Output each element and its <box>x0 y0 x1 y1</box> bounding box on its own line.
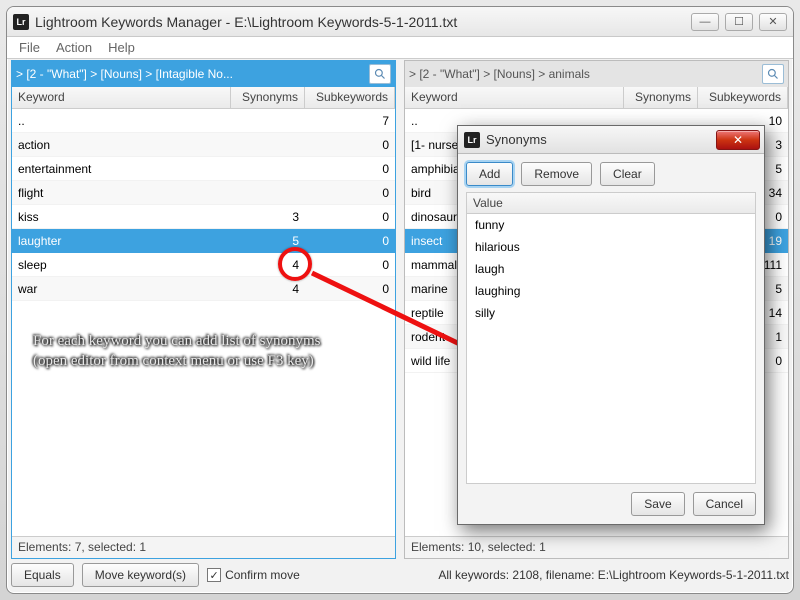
cell-subkeywords: 0 <box>305 210 395 224</box>
left-breadcrumb-bar: > [2 - "What"] > [Nouns] > [Intagible No… <box>12 61 395 87</box>
close-button[interactable]: ✕ <box>759 13 787 31</box>
cell-subkeywords: 7 <box>305 114 395 128</box>
cell-keyword: laughter <box>12 234 231 248</box>
clear-button[interactable]: Clear <box>600 162 655 186</box>
annotation-hint: For each keyword you can add list of syn… <box>33 331 333 372</box>
table-row[interactable]: laughter50 <box>12 229 395 253</box>
dialog-footer: Save Cancel <box>466 484 756 516</box>
dialog-column-header[interactable]: Value <box>466 192 756 214</box>
cell-keyword: kiss <box>12 210 231 224</box>
cell-subkeywords: 0 <box>305 138 395 152</box>
cell-keyword: war <box>12 282 231 296</box>
app-icon: Lr <box>13 14 29 30</box>
cell-synonyms: 4 <box>231 282 305 296</box>
col-keyword[interactable]: Keyword <box>405 87 624 108</box>
search-icon <box>374 68 386 80</box>
table-row[interactable]: sleep40 <box>12 253 395 277</box>
right-table-header: Keyword Synonyms Subkeywords <box>405 87 788 109</box>
window-title: Lightroom Keywords Manager - E:\Lightroo… <box>35 14 691 30</box>
col-subkeywords[interactable]: Subkeywords <box>305 87 395 108</box>
left-status: Elements: 7, selected: 1 <box>12 536 395 558</box>
menu-action[interactable]: Action <box>48 37 100 58</box>
main-window: Lr Lightroom Keywords Manager - E:\Light… <box>6 6 794 594</box>
cell-keyword: .. <box>12 114 231 128</box>
table-row[interactable]: flight 0 <box>12 181 395 205</box>
cell-synonyms: 5 <box>231 234 305 248</box>
left-table-header: Keyword Synonyms Subkeywords <box>12 87 395 109</box>
right-breadcrumb[interactable]: > [2 - "What"] > [Nouns] > animals <box>409 67 758 81</box>
list-item[interactable]: funny <box>467 214 755 236</box>
menubar: File Action Help <box>7 37 793 59</box>
left-pane: > [2 - "What"] > [Nouns] > [Intagible No… <box>11 60 396 559</box>
list-item[interactable]: silly <box>467 302 755 324</box>
cell-subkeywords: 0 <box>305 186 395 200</box>
add-button[interactable]: Add <box>466 162 513 186</box>
equals-button[interactable]: Equals <box>11 563 74 587</box>
table-row[interactable]: entertainment 0 <box>12 157 395 181</box>
cell-subkeywords: 0 <box>305 258 395 272</box>
titlebar: Lr Lightroom Keywords Manager - E:\Light… <box>7 7 793 37</box>
minimize-button[interactable]: — <box>691 13 719 31</box>
maximize-button[interactable]: ☐ <box>725 13 753 31</box>
bottom-bar: Equals Move keyword(s) ✓ Confirm move Al… <box>11 561 789 589</box>
remove-button[interactable]: Remove <box>521 162 592 186</box>
col-subkeywords[interactable]: Subkeywords <box>698 87 788 108</box>
dialog-titlebar: Lr Synonyms ✕ <box>458 126 764 154</box>
cell-subkeywords: 0 <box>305 234 395 248</box>
dialog-toolbar: Add Remove Clear <box>466 162 756 186</box>
dialog-title: Synonyms <box>486 132 716 147</box>
synonym-list[interactable]: funnyhilariouslaughlaughingsilly <box>466 214 756 484</box>
cell-synonyms: 3 <box>231 210 305 224</box>
table-row[interactable]: .. 7 <box>12 109 395 133</box>
confirm-move-label: Confirm move <box>225 568 300 582</box>
confirm-move-checkbox[interactable]: ✓ Confirm move <box>207 568 300 582</box>
annotation-circle <box>278 247 312 281</box>
right-status: Elements: 10, selected: 1 <box>405 536 788 558</box>
cell-subkeywords: 0 <box>305 282 395 296</box>
right-search-button[interactable] <box>762 64 784 84</box>
cancel-button[interactable]: Cancel <box>693 492 756 516</box>
right-breadcrumb-bar: > [2 - "What"] > [Nouns] > animals <box>405 61 788 87</box>
synonyms-dialog: Lr Synonyms ✕ Add Remove Clear Value fun… <box>457 125 765 525</box>
move-keywords-button[interactable]: Move keyword(s) <box>82 563 199 587</box>
menu-help[interactable]: Help <box>100 37 143 58</box>
search-icon <box>767 68 779 80</box>
col-synonyms[interactable]: Synonyms <box>624 87 698 108</box>
cell-keyword: entertainment <box>12 162 231 176</box>
cell-subkeywords: 0 <box>305 162 395 176</box>
col-synonyms[interactable]: Synonyms <box>231 87 305 108</box>
left-search-button[interactable] <box>369 64 391 84</box>
cell-keyword: action <box>12 138 231 152</box>
menu-file[interactable]: File <box>11 37 48 58</box>
left-breadcrumb[interactable]: > [2 - "What"] > [Nouns] > [Intagible No… <box>16 67 365 81</box>
list-item[interactable]: laughing <box>467 280 755 302</box>
app-icon: Lr <box>464 132 480 148</box>
table-row[interactable]: action 0 <box>12 133 395 157</box>
cell-keyword: flight <box>12 186 231 200</box>
app-status: All keywords: 2108, filename: E:\Lightro… <box>438 568 789 582</box>
list-item[interactable]: laugh <box>467 258 755 280</box>
checkbox-icon: ✓ <box>207 568 221 582</box>
col-keyword[interactable]: Keyword <box>12 87 231 108</box>
dialog-close-button[interactable]: ✕ <box>716 130 760 150</box>
table-row[interactable]: war40 <box>12 277 395 301</box>
list-item[interactable]: hilarious <box>467 236 755 258</box>
save-button[interactable]: Save <box>631 492 684 516</box>
cell-keyword: sleep <box>12 258 231 272</box>
left-rows[interactable]: ..7action0entertainment0flight0kiss30lau… <box>12 109 395 536</box>
table-row[interactable]: kiss30 <box>12 205 395 229</box>
